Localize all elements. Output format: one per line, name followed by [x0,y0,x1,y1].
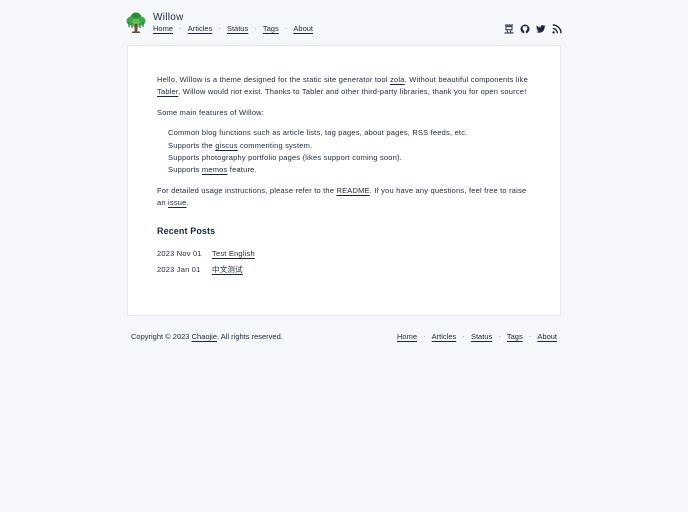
issue-link[interactable]: issue [168,198,187,207]
tabler-link[interactable]: Tabler [157,87,178,96]
rss-icon[interactable] [552,24,562,34]
nav-separator: · [423,332,426,341]
site-footer: Copyright © 2023 Chaojie. All rights res… [131,332,557,344]
nav-separator: · [498,332,501,341]
usage-paragraph: For detailed usage instructions, please … [157,185,527,208]
nav-separator: · [254,24,257,33]
copyright: Copyright © 2023 Chaojie. All rights res… [131,332,283,341]
site-header: Willow Home · Articles · Status · Tags ·… [126,12,562,38]
nav-separator: · [284,24,288,33]
zola-link[interactable]: zola [390,75,405,84]
nav-separator: · [462,332,465,341]
footer-nav-home[interactable]: Home [397,332,417,341]
list-item: 2023 Jan 01 中文测试 [157,262,533,278]
nav-separator: · [218,24,221,33]
list-item: Common blog functions such as article li… [168,128,468,138]
footer-nav: Home · Articles · Status · Tags · About [397,332,557,341]
footer-nav-tags[interactable]: Tags [507,332,523,341]
nav-separator: · [528,332,532,341]
nav-status[interactable]: Status [227,24,248,33]
twitter-icon[interactable] [536,24,546,34]
footer-nav-status[interactable]: Status [471,332,492,341]
recent-posts-heading: Recent Posts [157,225,216,236]
nav-separator: · [179,24,182,33]
willow-tree-logo-icon[interactable] [126,12,146,34]
content-card: Hello, Willow is a theme designed for th… [127,45,561,316]
page-content: Hello, Willow is a theme designed for th… [157,74,533,278]
list-item: Supports memos feature. [168,165,257,175]
douban-icon[interactable] [504,24,514,34]
nav-articles[interactable]: Articles [188,24,213,33]
list-item: 2023 Nov 01 Test English [157,246,533,262]
post-link[interactable]: 中文测试 [212,264,243,276]
github-icon[interactable] [520,24,530,34]
memos-link[interactable]: memos [202,165,228,174]
main-nav: Home · Articles · Status · Tags · About [153,24,313,33]
intro-paragraph: Hello, Willow is a theme designed for th… [157,75,528,97]
nav-about[interactable]: About [293,24,313,33]
list-item: Supports photography portfolio pages (li… [168,153,402,163]
author-link[interactable]: Chaojie [192,332,217,341]
post-date: 2023 Jan 01 [157,264,201,274]
post-link[interactable]: Test English [212,248,255,260]
footer-nav-articles[interactable]: Articles [432,332,457,341]
features-title: Some main features of Willow: [157,107,265,117]
footer-nav-about[interactable]: About [537,332,557,341]
readme-link[interactable]: README [336,186,369,195]
site-title[interactable]: Willow [153,12,184,23]
social-links [504,24,562,34]
giscus-link[interactable]: giscus [215,141,237,150]
nav-home[interactable]: Home [153,24,173,33]
features-list: Common blog functions such as article li… [157,127,533,177]
list-item: Supports the giscus commenting system. [168,140,313,150]
nav-tags[interactable]: Tags [263,24,279,33]
post-date: 2023 Nov 01 [157,248,202,258]
